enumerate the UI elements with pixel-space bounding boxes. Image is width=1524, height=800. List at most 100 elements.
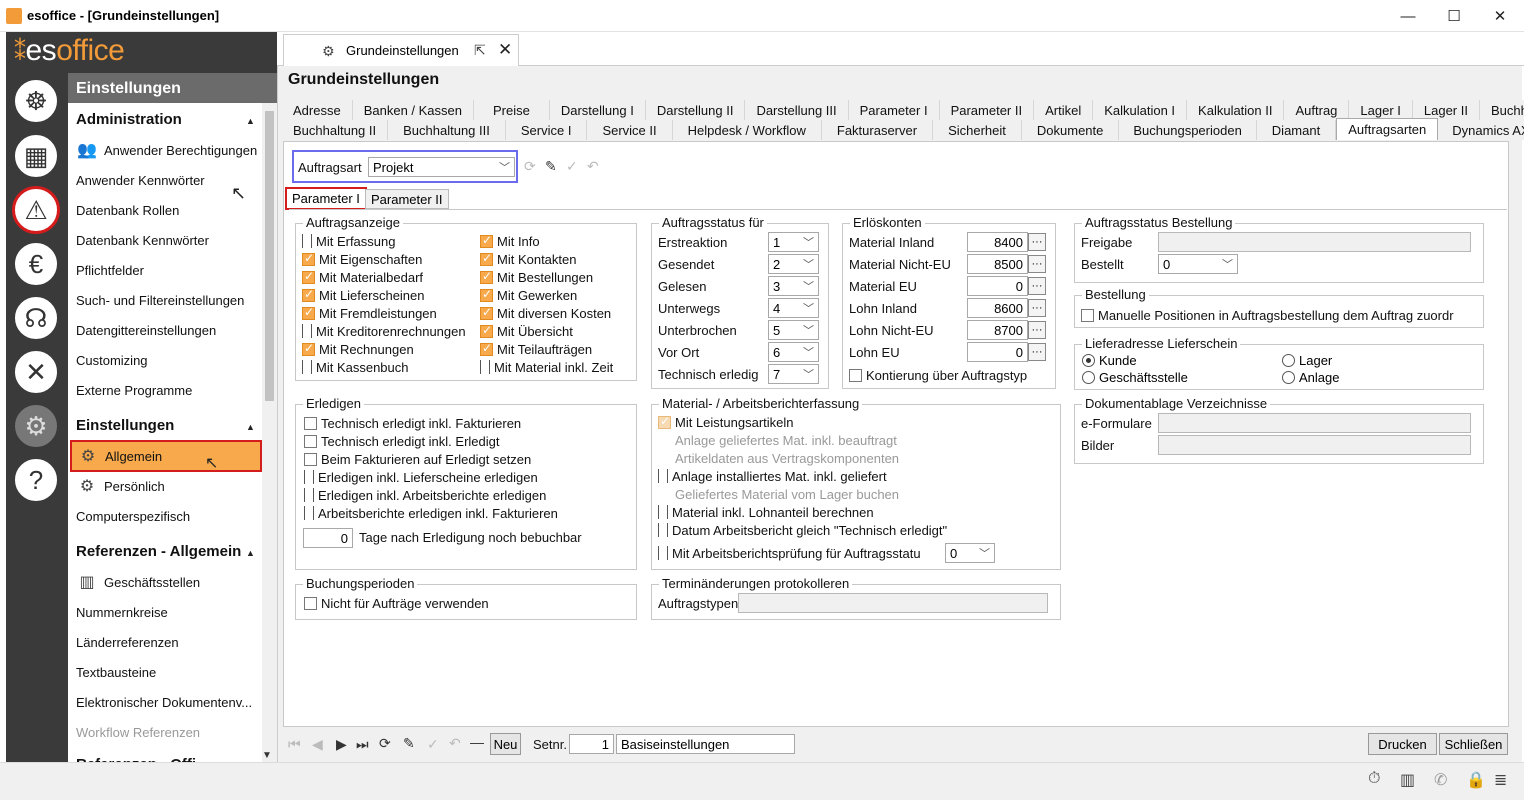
headset-icon[interactable]: ☊ bbox=[12, 294, 60, 342]
tab-dynamics-ax[interactable]: Dynamics AX bbox=[1438, 120, 1524, 140]
checkbox-mit-diversen-kosten[interactable]: Mit diversen Kosten bbox=[480, 304, 613, 322]
auftragsart-combo[interactable]: Projekt ﹀ bbox=[368, 157, 515, 177]
checkbox-mit-teilauftraegen[interactable]: Mit Teilaufträgen bbox=[480, 340, 613, 358]
stopwatch-icon[interactable]: ⏱ bbox=[1368, 770, 1380, 788]
sidebar-item-pflichtfelder[interactable]: Pflichtfelder bbox=[76, 257, 262, 283]
alarm-light-icon[interactable]: ⚠ bbox=[12, 186, 60, 234]
tab-darstellung-3[interactable]: Darstellung III bbox=[745, 100, 849, 120]
new-button[interactable]: Neu bbox=[490, 733, 521, 755]
radio-lager[interactable]: Lager bbox=[1282, 353, 1332, 368]
checkbox-mit-info[interactable]: Mit Info bbox=[480, 232, 613, 250]
checkbox-mit-erfassung[interactable]: Mit Erfassung bbox=[302, 232, 466, 250]
ellipsis-button-icon[interactable]: ··· bbox=[1028, 255, 1046, 273]
status-combo-unterwegs[interactable]: 4 ﹀ bbox=[768, 298, 819, 318]
tab-buchhaltung-2[interactable]: Buchhaltung II bbox=[282, 120, 389, 140]
sidebar-item-workflow-referenzen[interactable]: Workflow Referenzen bbox=[76, 719, 262, 745]
gears-icon[interactable]: ⚙ bbox=[12, 402, 60, 450]
status-combo-vor-ort[interactable]: 6 ﹀ bbox=[768, 342, 819, 362]
checkbox-mit-fremdleistungen[interactable]: Mit Fremdleistungen bbox=[302, 304, 466, 322]
tab-dokumente[interactable]: Dokumente bbox=[1021, 120, 1120, 140]
database-icon[interactable]: ≣ bbox=[1494, 770, 1507, 790]
ellipsis-button-icon[interactable]: ··· bbox=[1028, 233, 1046, 251]
sidebar-item-persoenlich[interactable]: ⚙ Persönlich bbox=[76, 473, 262, 499]
tab-darstellung-2[interactable]: Darstellung II bbox=[645, 100, 746, 120]
tab-sicherheit[interactable]: Sicherheit bbox=[933, 120, 1022, 140]
status-combo-unterbrochen[interactable]: 5 ﹀ bbox=[768, 320, 819, 340]
refresh-icon[interactable]: ⟳ bbox=[524, 158, 536, 175]
tab-parameter-1[interactable]: Parameter I bbox=[848, 100, 940, 120]
sidebar-item-allgemein[interactable]: ⚙ Allgemein bbox=[70, 440, 262, 472]
tab-lager-1[interactable]: Lager I bbox=[1349, 100, 1413, 120]
save-check-icon[interactable]: ✓ bbox=[566, 158, 578, 175]
checkbox-mit-eigenschaften[interactable]: Mit Eigenschaften bbox=[302, 250, 466, 268]
tab-lager-2[interactable]: Lager II bbox=[1412, 100, 1480, 120]
konto-input-lohn-eu[interactable]: 0 bbox=[967, 342, 1028, 362]
sidebar-item-dokumentenverwaltung[interactable]: Elektronischer Dokumentenv... bbox=[76, 689, 262, 715]
checkbox-fakturieren-erledigt[interactable]: Beim Fakturieren auf Erledigt setzen bbox=[304, 450, 558, 468]
checkbox-anlage-geliefertes-mat[interactable]: Anlage geliefertes Mat. inkl. beauftragt bbox=[658, 431, 947, 449]
radio-kunde[interactable]: Kunde bbox=[1082, 353, 1137, 368]
help-icon[interactable]: ? bbox=[12, 456, 60, 504]
tab-buchhaltung-3[interactable]: Buchhaltung III bbox=[388, 120, 506, 140]
checkbox-lohnanteil[interactable]: Material inkl. Lohnanteil berechnen bbox=[658, 503, 947, 521]
building-icon[interactable]: ▥ bbox=[1400, 770, 1415, 790]
section-referenzen-allgemein[interactable]: Referenzen - Allgemein bbox=[76, 543, 241, 560]
lock-icon[interactable]: 🔒 bbox=[1466, 770, 1486, 790]
undo-icon[interactable]: ↶ bbox=[587, 158, 599, 175]
konto-input-lohn-nicht-eu[interactable]: 8700 bbox=[967, 320, 1028, 340]
sidebar-item-laenderreferenzen[interactable]: Länderreferenzen bbox=[76, 629, 262, 655]
collapse-administration-icon[interactable]: ▲ bbox=[246, 116, 255, 126]
document-tab-grundeinstellungen[interactable]: ⚙ Grundeinstellungen ⇱ ✕ bbox=[283, 34, 519, 66]
section-administration[interactable]: Administration bbox=[76, 111, 182, 128]
next-record-icon[interactable]: ▶ bbox=[336, 736, 347, 753]
ellipsis-button-icon[interactable]: ··· bbox=[1028, 299, 1046, 317]
ellipsis-button-icon[interactable]: ··· bbox=[1028, 277, 1046, 295]
tab-buchungsperioden[interactable]: Buchungsperioden bbox=[1119, 120, 1257, 140]
ellipsis-button-icon[interactable]: ··· bbox=[1028, 321, 1046, 339]
tab-service-1[interactable]: Service I bbox=[505, 120, 588, 140]
checkbox-mit-materialbedarf[interactable]: Mit Materialbedarf bbox=[302, 268, 466, 286]
checkbox-mit-kassenbuch[interactable]: Mit Kassenbuch bbox=[302, 358, 466, 376]
tab-artikel[interactable]: Artikel bbox=[1034, 100, 1094, 120]
setnr-input[interactable]: 1 bbox=[569, 734, 614, 754]
tage-bebuchbar-input[interactable]: 0 bbox=[303, 528, 353, 548]
sidebar-scrollbar[interactable] bbox=[262, 103, 277, 762]
radio-anlage[interactable]: Anlage bbox=[1282, 370, 1339, 385]
checkbox-anlage-installiertes-mat[interactable]: Anlage installiertes Mat. inkl. geliefer… bbox=[658, 467, 947, 485]
tab-auftragsarten[interactable]: Auftragsarten bbox=[1336, 118, 1439, 140]
schliessen-button[interactable]: Schließen bbox=[1439, 733, 1508, 755]
sidebar-item-suchfilter[interactable]: Such- und Filtereinstellungen bbox=[76, 287, 262, 313]
checkbox-erl-lieferscheine[interactable]: Erledigen inkl. Lieferscheine erledigen bbox=[304, 468, 558, 486]
freigabe-field[interactable] bbox=[1158, 232, 1471, 252]
calendar-icon[interactable]: ▦ bbox=[12, 132, 60, 180]
checkbox-datum-arbeitsbericht[interactable]: Datum Arbeitsbericht gleich "Technisch e… bbox=[658, 521, 947, 539]
checkbox-arbeitsberichtspruefung[interactable]: Mit Arbeitsberichtsprüfung für Auftragss… bbox=[658, 544, 921, 562]
last-record-icon[interactable]: ⏭ bbox=[356, 736, 369, 753]
phone-icon[interactable]: ✆ bbox=[1434, 770, 1447, 790]
checkbox-mit-bestellungen[interactable]: Mit Bestellungen bbox=[480, 268, 613, 286]
tab-helpdesk-workflow[interactable]: Helpdesk / Workflow bbox=[672, 120, 822, 140]
checkbox-artikeldaten-vertrag[interactable]: Artikeldaten aus Vertragskomponenten bbox=[658, 449, 947, 467]
tab-kalkulation-1[interactable]: Kalkulation I bbox=[1093, 100, 1188, 120]
checkbox-material-vom-lager[interactable]: Geliefertes Material vom Lager buchen bbox=[658, 485, 947, 503]
tab-preise[interactable]: Preise bbox=[474, 100, 550, 120]
tab-service-2[interactable]: Service II bbox=[587, 120, 673, 140]
tools-icon[interactable]: ✕ bbox=[12, 348, 60, 396]
close-tab-icon[interactable]: ✕ bbox=[498, 40, 512, 60]
konto-input-material-nicht-eu[interactable]: 8500 bbox=[967, 254, 1028, 274]
tab-parameter-2[interactable]: Parameter II bbox=[939, 100, 1035, 120]
status-combo-gesendet[interactable]: 2 ﹀ bbox=[768, 254, 819, 274]
tab-diamant[interactable]: Diamant bbox=[1256, 120, 1337, 140]
collapse-einstellungen-icon[interactable]: ▲ bbox=[246, 422, 255, 432]
maximize-button[interactable]: ☐ bbox=[1431, 0, 1477, 32]
checkbox-mit-kontakten[interactable]: Mit Kontakten bbox=[480, 250, 613, 268]
bestellt-combo[interactable]: 0 ﹀ bbox=[1158, 254, 1238, 274]
undo-icon[interactable]: ↶ bbox=[449, 735, 461, 752]
status-combo-gelesen[interactable]: 3 ﹀ bbox=[768, 276, 819, 296]
konto-input-material-inland[interactable]: 8400 bbox=[967, 232, 1028, 252]
scroll-down-icon[interactable]: ▼ bbox=[262, 750, 272, 761]
tab-darstellung-1[interactable]: Darstellung I bbox=[549, 100, 646, 120]
edit-pencil-icon[interactable]: ✎ bbox=[403, 735, 415, 752]
sidebar-item-customizing[interactable]: Customizing bbox=[76, 347, 262, 373]
tab-auftrag[interactable]: Auftrag bbox=[1284, 100, 1350, 120]
